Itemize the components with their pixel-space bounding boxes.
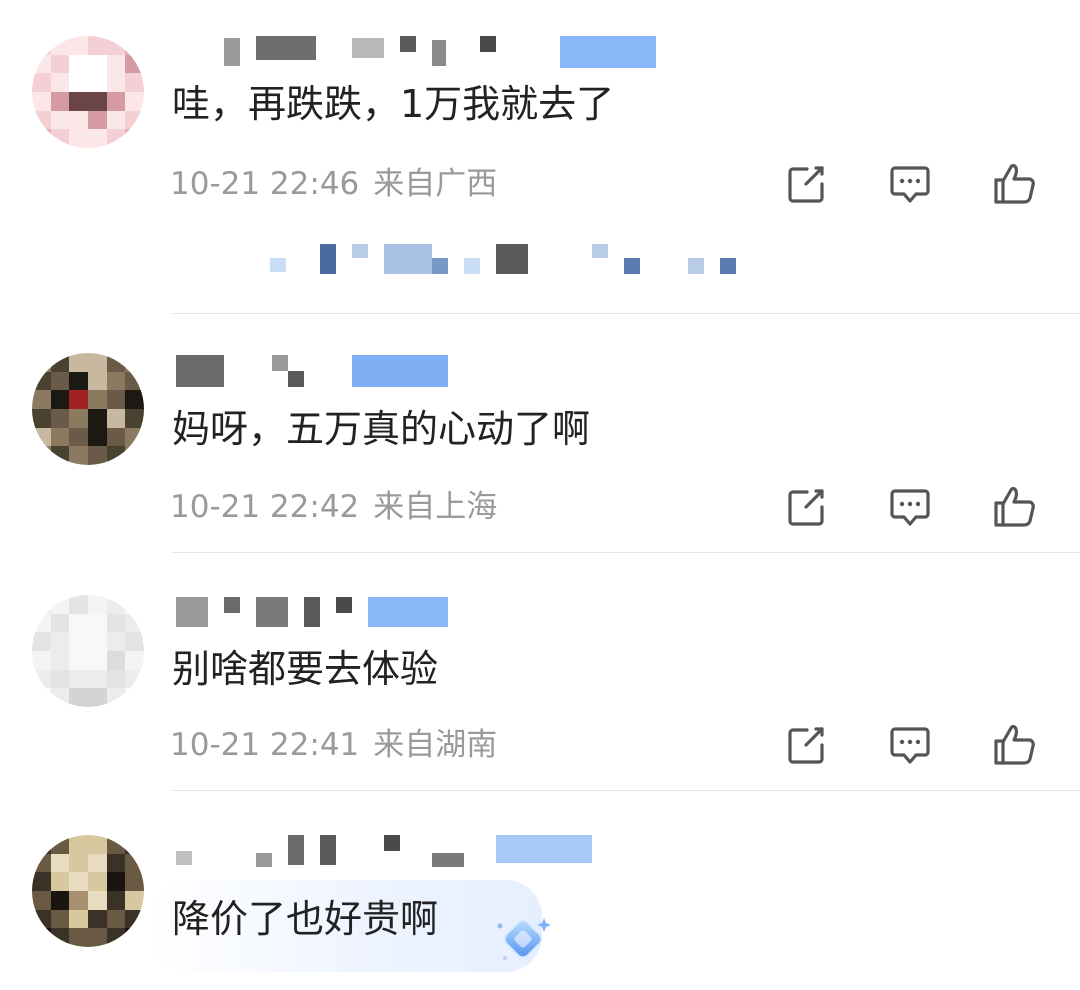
- reply-button[interactable]: [886, 160, 934, 208]
- comment-text: 降价了也好贵啊: [172, 897, 439, 941]
- comment-text: 哇，再跌跌，1万我就去了: [172, 82, 615, 126]
- user-badge: [560, 36, 656, 68]
- comment-icon: [886, 721, 934, 769]
- comment-meta: 10-21 22:41 来自湖南: [170, 725, 497, 765]
- thumbs-up-icon: [990, 483, 1038, 531]
- comment-item: 妈呀，五万真的心动了啊 10-21 22:42 来自上海: [0, 315, 1080, 553]
- comment-meta: 10-21 22:42 来自上海: [170, 487, 497, 527]
- user-badge: [368, 597, 448, 627]
- comment-location: 来自湖南: [373, 727, 498, 763]
- sub-reply-preview-pixelated[interactable]: [200, 244, 760, 274]
- avatar[interactable]: [32, 36, 144, 148]
- username-pixelated[interactable]: [172, 36, 672, 70]
- divider: [172, 313, 1080, 314]
- comment-icon: [886, 160, 934, 208]
- avatar[interactable]: [32, 835, 144, 947]
- comment-item: 别啥都要去体验 10-21 22:41 来自湖南: [0, 553, 1080, 791]
- thumbs-up-icon: [990, 160, 1038, 208]
- reply-button[interactable]: [886, 483, 934, 531]
- share-icon: [782, 483, 830, 531]
- like-button[interactable]: [990, 483, 1038, 531]
- comment-time: 10-21 22:42: [170, 489, 360, 525]
- comment-location: 来自上海: [373, 489, 498, 525]
- username-pixelated[interactable]: [172, 597, 472, 631]
- comment-icon: [886, 483, 934, 531]
- comment-meta: 10-21 22:46 来自广西: [170, 164, 497, 204]
- share-button[interactable]: [782, 160, 830, 208]
- comment-item: 哇，再跌跌，1万我就去了 10-21 22:46 来自广西: [0, 0, 1080, 315]
- share-icon: [782, 721, 830, 769]
- user-badge: [496, 835, 592, 863]
- thumbs-up-icon: [990, 721, 1038, 769]
- sparkle-icon: [494, 910, 556, 972]
- comment-location: 来自广西: [373, 166, 498, 202]
- like-button[interactable]: [990, 160, 1038, 208]
- avatar[interactable]: [32, 353, 144, 465]
- share-button[interactable]: [782, 483, 830, 531]
- comment-time: 10-21 22:46: [170, 166, 360, 202]
- username-pixelated[interactable]: [172, 835, 612, 869]
- share-icon: [782, 160, 830, 208]
- avatar[interactable]: [32, 595, 144, 707]
- reply-button[interactable]: [886, 721, 934, 769]
- comment-text: 别啥都要去体验: [172, 647, 439, 691]
- share-button[interactable]: [782, 721, 830, 769]
- comment-time: 10-21 22:41: [170, 727, 360, 763]
- user-badge: [352, 355, 448, 387]
- comment-text: 妈呀，五万真的心动了啊: [172, 407, 591, 451]
- like-button[interactable]: [990, 721, 1038, 769]
- username-pixelated[interactable]: [172, 355, 472, 389]
